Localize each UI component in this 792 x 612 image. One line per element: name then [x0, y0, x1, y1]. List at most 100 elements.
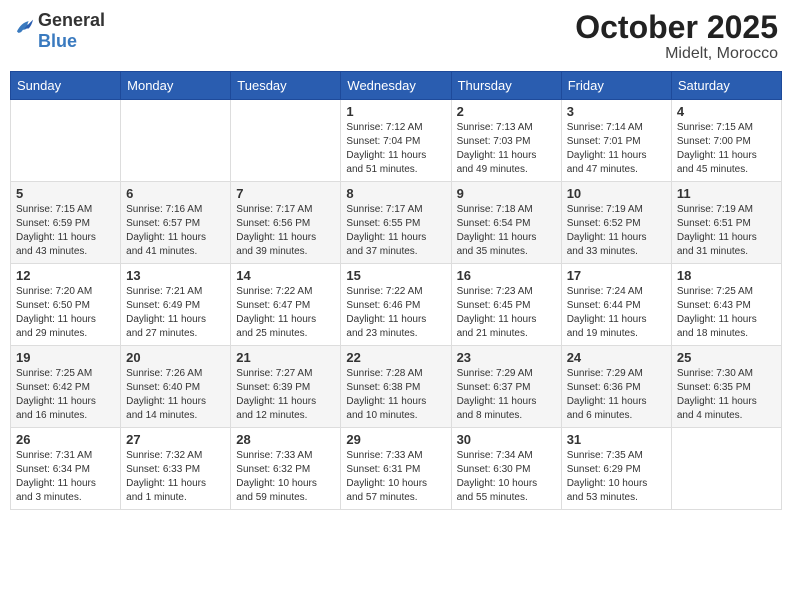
calendar-cell: 1 Sunrise: 7:12 AM Sunset: 7:04 PM Daylig…	[341, 100, 451, 182]
day-number: 13	[126, 268, 225, 283]
day-number: 22	[346, 350, 445, 365]
day-number: 27	[126, 432, 225, 447]
title-block: October 2025 Midelt, Morocco	[575, 10, 778, 63]
calendar-cell	[121, 100, 231, 182]
calendar-cell: 14Sunrise: 7:22 AM Sunset: 6:47 PM Dayli…	[231, 264, 341, 346]
calendar-cell: 16 Sunrise: 7:23 AM Sunset: 6:45 PM Dayli…	[451, 264, 561, 346]
calendar-cell: 15 Sunrise: 7:22 AM Sunset: 6:46 PM Dayli…	[341, 264, 451, 346]
day-number: 3	[567, 104, 666, 119]
calendar-cell: 13 Sunrise: 7:21 AM Sunset: 6:49 PM Dayli…	[121, 264, 231, 346]
calendar-cell: 17 Sunrise: 7:24 AM Sunset: 6:44 PM Dayli…	[561, 264, 671, 346]
calendar-cell: 7Sunrise: 7:17 AM Sunset: 6:56 PM Daylig…	[231, 182, 341, 264]
day-info: Sunrise: 7:31 AM Sunset: 6:34 PM Dayligh…	[16, 449, 115, 505]
calendar-cell: 8 Sunrise: 7:17 AM Sunset: 6:55 PM Daylig…	[341, 182, 451, 264]
calendar-cell: 28Sunrise: 7:33 AM Sunset: 6:32 PM Dayli…	[231, 428, 341, 510]
day-number: 28	[236, 432, 335, 447]
calendar-cell	[11, 100, 121, 182]
calendar-cell: 10 Sunrise: 7:19 AM Sunset: 6:52 PM Dayli…	[561, 182, 671, 264]
calendar-cell: 31Sunrise: 7:35 AM Sunset: 6:29 PM Dayli…	[561, 428, 671, 510]
day-info: Sunrise: 7:18 AM Sunset: 6:54 PM Dayligh…	[457, 203, 556, 259]
calendar-week-row: 26 Sunrise: 7:31 AM Sunset: 6:34 PM Dayli…	[11, 428, 782, 510]
day-number: 11	[677, 186, 776, 201]
calendar-cell: 3 Sunrise: 7:14 AM Sunset: 7:01 PM Daylig…	[561, 100, 671, 182]
calendar-week-row: 12 Sunrise: 7:20 AM Sunset: 6:50 PM Dayli…	[11, 264, 782, 346]
calendar-cell: 21Sunrise: 7:27 AM Sunset: 6:39 PM Dayli…	[231, 346, 341, 428]
day-info: Sunrise: 7:21 AM Sunset: 6:49 PM Dayligh…	[126, 285, 225, 341]
calendar-cell: 30 Sunrise: 7:34 AM Sunset: 6:30 PM Dayli…	[451, 428, 561, 510]
day-info: Sunrise: 7:14 AM Sunset: 7:01 PM Dayligh…	[567, 121, 666, 177]
logo-text-general: General	[38, 10, 105, 30]
weekday-header-tuesday: Tuesday	[231, 72, 341, 100]
day-number: 17	[567, 268, 666, 283]
calendar-cell: 2 Sunrise: 7:13 AM Sunset: 7:03 PM Daylig…	[451, 100, 561, 182]
logo-mark	[14, 18, 36, 45]
calendar-header-row: SundayMondayTuesdayWednesdayThursdayFrid…	[11, 72, 782, 100]
day-number: 30	[457, 432, 556, 447]
calendar-cell: 23 Sunrise: 7:29 AM Sunset: 6:37 PM Dayli…	[451, 346, 561, 428]
day-number: 9	[457, 186, 556, 201]
calendar-cell: 22 Sunrise: 7:28 AM Sunset: 6:38 PM Dayli…	[341, 346, 451, 428]
day-info: Sunrise: 7:16 AM Sunset: 6:57 PM Dayligh…	[126, 203, 225, 259]
calendar-week-row: 5 Sunrise: 7:15 AM Sunset: 6:59 PM Daylig…	[11, 182, 782, 264]
calendar-cell: 27 Sunrise: 7:32 AM Sunset: 6:33 PM Dayli…	[121, 428, 231, 510]
day-number: 14	[236, 268, 335, 283]
calendar-cell: 9 Sunrise: 7:18 AM Sunset: 6:54 PM Daylig…	[451, 182, 561, 264]
calendar-cell: 24Sunrise: 7:29 AM Sunset: 6:36 PM Dayli…	[561, 346, 671, 428]
day-info: Sunrise: 7:34 AM Sunset: 6:30 PM Dayligh…	[457, 449, 556, 505]
calendar-cell: 11 Sunrise: 7:19 AM Sunset: 6:51 PM Dayli…	[671, 182, 781, 264]
day-number: 24	[567, 350, 666, 365]
calendar-cell: 4 Sunrise: 7:15 AM Sunset: 7:00 PM Daylig…	[671, 100, 781, 182]
day-info: Sunrise: 7:13 AM Sunset: 7:03 PM Dayligh…	[457, 121, 556, 177]
day-info: Sunrise: 7:12 AM Sunset: 7:04 PM Dayligh…	[346, 121, 445, 177]
calendar-cell: 18 Sunrise: 7:25 AM Sunset: 6:43 PM Dayli…	[671, 264, 781, 346]
calendar-cell	[231, 100, 341, 182]
day-number: 12	[16, 268, 115, 283]
day-number: 6	[126, 186, 225, 201]
day-info: Sunrise: 7:32 AM Sunset: 6:33 PM Dayligh…	[126, 449, 225, 505]
day-number: 23	[457, 350, 556, 365]
day-info: Sunrise: 7:23 AM Sunset: 6:45 PM Dayligh…	[457, 285, 556, 341]
day-info: Sunrise: 7:19 AM Sunset: 6:51 PM Dayligh…	[677, 203, 776, 259]
day-number: 15	[346, 268, 445, 283]
day-number: 2	[457, 104, 556, 119]
weekday-header-wednesday: Wednesday	[341, 72, 451, 100]
day-info: Sunrise: 7:17 AM Sunset: 6:56 PM Dayligh…	[236, 203, 335, 259]
day-info: Sunrise: 7:15 AM Sunset: 7:00 PM Dayligh…	[677, 121, 776, 177]
day-info: Sunrise: 7:22 AM Sunset: 6:46 PM Dayligh…	[346, 285, 445, 341]
day-info: Sunrise: 7:20 AM Sunset: 6:50 PM Dayligh…	[16, 285, 115, 341]
page-header: General Blue October 2025 Midelt, Morocc…	[10, 10, 782, 63]
day-number: 8	[346, 186, 445, 201]
day-info: Sunrise: 7:30 AM Sunset: 6:35 PM Dayligh…	[677, 367, 776, 423]
day-number: 1	[346, 104, 445, 119]
month-title: October 2025	[575, 10, 778, 45]
calendar-cell: 25 Sunrise: 7:30 AM Sunset: 6:35 PM Dayli…	[671, 346, 781, 428]
day-number: 18	[677, 268, 776, 283]
calendar-cell: 26 Sunrise: 7:31 AM Sunset: 6:34 PM Dayli…	[11, 428, 121, 510]
weekday-header-thursday: Thursday	[451, 72, 561, 100]
day-info: Sunrise: 7:35 AM Sunset: 6:29 PM Dayligh…	[567, 449, 666, 505]
day-info: Sunrise: 7:15 AM Sunset: 6:59 PM Dayligh…	[16, 203, 115, 259]
day-info: Sunrise: 7:25 AM Sunset: 6:43 PM Dayligh…	[677, 285, 776, 341]
weekday-header-saturday: Saturday	[671, 72, 781, 100]
day-info: Sunrise: 7:19 AM Sunset: 6:52 PM Dayligh…	[567, 203, 666, 259]
day-info: Sunrise: 7:28 AM Sunset: 6:38 PM Dayligh…	[346, 367, 445, 423]
day-number: 25	[677, 350, 776, 365]
day-number: 29	[346, 432, 445, 447]
calendar-table: SundayMondayTuesdayWednesdayThursdayFrid…	[10, 71, 782, 510]
calendar-cell: 20Sunrise: 7:26 AM Sunset: 6:40 PM Dayli…	[121, 346, 231, 428]
day-number: 4	[677, 104, 776, 119]
calendar-cell: 5 Sunrise: 7:15 AM Sunset: 6:59 PM Daylig…	[11, 182, 121, 264]
calendar-cell	[671, 428, 781, 510]
day-number: 19	[16, 350, 115, 365]
day-number: 21	[236, 350, 335, 365]
calendar-cell: 12 Sunrise: 7:20 AM Sunset: 6:50 PM Dayli…	[11, 264, 121, 346]
day-info: Sunrise: 7:29 AM Sunset: 6:37 PM Dayligh…	[457, 367, 556, 423]
day-number: 16	[457, 268, 556, 283]
day-number: 10	[567, 186, 666, 201]
day-number: 20	[126, 350, 225, 365]
day-info: Sunrise: 7:17 AM Sunset: 6:55 PM Dayligh…	[346, 203, 445, 259]
day-number: 26	[16, 432, 115, 447]
day-number: 5	[16, 186, 115, 201]
weekday-header-monday: Monday	[121, 72, 231, 100]
day-info: Sunrise: 7:24 AM Sunset: 6:44 PM Dayligh…	[567, 285, 666, 341]
